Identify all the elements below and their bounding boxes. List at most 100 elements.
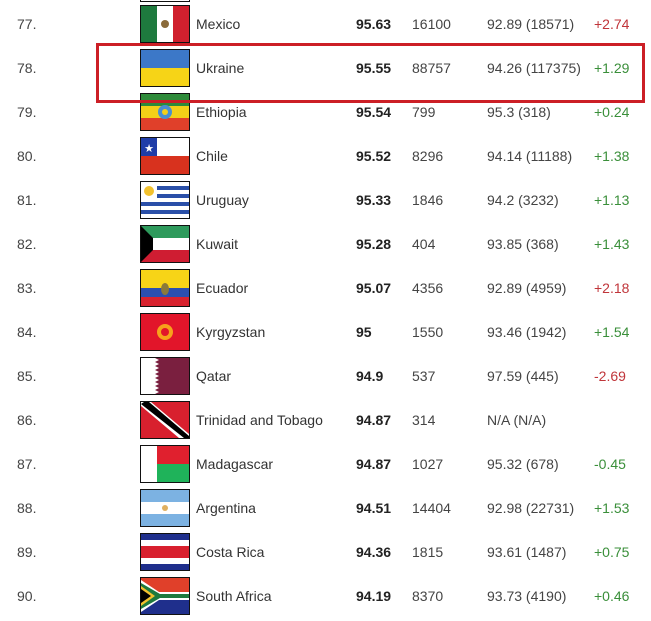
count: 1846	[412, 192, 444, 208]
country-name[interactable]: South Africa	[196, 574, 272, 618]
country-name[interactable]: Kuwait	[196, 222, 238, 266]
table-row[interactable]: 84. Kyrgyzstan 95 1550 93.46 (1942) +1.5…	[0, 310, 651, 354]
country-name[interactable]: Ecuador	[196, 266, 248, 310]
ethiopia-flag-icon	[140, 93, 190, 131]
country-name[interactable]: Ethiopia	[196, 90, 247, 134]
previous-score: 97.59 (445)	[487, 368, 559, 384]
costa-rica-flag-icon	[140, 533, 190, 571]
table-row[interactable]: 85. Qatar 94.9 537 97.59 (445) -2.69	[0, 354, 651, 398]
previous-score: 93.73 (4190)	[487, 588, 567, 604]
count: 8296	[412, 148, 444, 164]
country-name[interactable]: Chile	[196, 134, 228, 178]
country-name[interactable]: Trinidad and Tobago	[196, 398, 323, 442]
previous-score: 92.89 (4959)	[487, 280, 567, 296]
table-row[interactable]: 87. Madagascar 94.87 1027 95.32 (678) -0…	[0, 442, 651, 486]
ecuador-flag-icon	[140, 269, 190, 307]
previous-score: 94.2 (3232)	[487, 192, 559, 208]
chile-flag-icon: ★	[140, 137, 190, 175]
table-row[interactable]: 80. ★ Chile 95.52 8296 94.14 (11188) +1.…	[0, 134, 651, 178]
score: 94.51	[356, 500, 392, 516]
table-row[interactable]: 79. Ethiopia 95.54 799 95.3 (318) +0.24	[0, 90, 651, 134]
table-row[interactable]: 86. Trinidad and Tobago 94.87 314 N/A (N…	[0, 398, 651, 442]
rank: 78.	[17, 60, 37, 76]
qatar-flag-icon	[140, 357, 190, 395]
uruguay-flag-icon	[140, 181, 190, 219]
south-africa-flag-icon	[140, 577, 190, 615]
rank: 89.	[17, 544, 37, 560]
rank: 84.	[17, 324, 37, 340]
count: 404	[412, 236, 436, 252]
argentina-flag-icon	[140, 489, 190, 527]
score: 95.33	[356, 192, 392, 208]
score: 95.28	[356, 236, 392, 252]
mexico-flag-icon	[140, 5, 190, 43]
previous-score: 95.32 (678)	[487, 456, 559, 472]
table-row[interactable]: 82. Kuwait 95.28 404 93.85 (368) +1.43	[0, 222, 651, 266]
table-row-highlighted[interactable]: 78. Ukraine 95.55 88757 94.26 (117375) +…	[0, 46, 651, 90]
change: +1.13	[594, 192, 630, 208]
country-name[interactable]: Kyrgyzstan	[196, 310, 265, 354]
previous-score: 94.26 (117375)	[487, 60, 581, 76]
country-name[interactable]: Argentina	[196, 486, 256, 530]
svg-text:★: ★	[144, 143, 154, 155]
score: 95	[356, 324, 372, 340]
previous-score: N/A (N/A)	[487, 412, 547, 428]
table-row[interactable]: 77. Mexico 95.63 16100 92.89 (18571) +2.…	[0, 2, 651, 46]
madagascar-flag-icon	[140, 445, 190, 483]
country-name[interactable]: Madagascar	[196, 442, 273, 486]
score: 95.63	[356, 16, 392, 32]
count: 1027	[412, 456, 444, 472]
score: 94.36	[356, 544, 392, 560]
change: +0.75	[594, 544, 630, 560]
kyrgyzstan-flag-icon	[140, 313, 190, 351]
table-row[interactable]: 81. Uruguay 95.33 1846 94.2 (3232) +1.13	[0, 178, 651, 222]
score: 94.87	[356, 456, 392, 472]
count: 8370	[412, 588, 444, 604]
country-name[interactable]: Uruguay	[196, 178, 249, 222]
change: +1.54	[594, 324, 630, 340]
count: 537	[412, 368, 436, 384]
change: -2.69	[594, 368, 626, 384]
table-row[interactable]: 83. Ecuador 95.07 4356 92.89 (4959) +2.1…	[0, 266, 651, 310]
count: 14404	[412, 500, 451, 516]
rank: 90.	[17, 588, 37, 604]
rank: 80.	[17, 148, 37, 164]
previous-score: 92.98 (22731)	[487, 500, 575, 516]
rank: 82.	[17, 236, 37, 252]
score: 94.87	[356, 412, 392, 428]
count: 4356	[412, 280, 444, 296]
table-row[interactable]: 88. Argentina 94.51 14404 92.98 (22731) …	[0, 486, 651, 530]
change: +2.18	[594, 280, 630, 296]
change: -0.45	[594, 456, 626, 472]
country-name[interactable]: Mexico	[196, 2, 240, 46]
count: 1815	[412, 544, 444, 560]
ukraine-flag-icon	[140, 49, 190, 87]
rank: 81.	[17, 192, 37, 208]
rank: 87.	[17, 456, 37, 472]
change: +1.53	[594, 500, 630, 516]
previous-score: 93.46 (1942)	[487, 324, 567, 340]
count: 314	[412, 412, 436, 428]
table-row[interactable]: 90. South Africa 94.19 8370 93.73 (4190)…	[0, 574, 651, 618]
score: 94.9	[356, 368, 384, 384]
rank: 83.	[17, 280, 37, 296]
country-name[interactable]: Costa Rica	[196, 530, 264, 574]
previous-score: 95.3 (318)	[487, 104, 551, 120]
rank: 85.	[17, 368, 37, 384]
count: 1550	[412, 324, 444, 340]
change: +1.43	[594, 236, 630, 252]
table-row[interactable]: 89. Costa Rica 94.36 1815 93.61 (1487) +…	[0, 530, 651, 574]
count: 16100	[412, 16, 451, 32]
score: 95.54	[356, 104, 392, 120]
score: 94.19	[356, 588, 392, 604]
rank: 77.	[17, 16, 37, 32]
score: 95.55	[356, 60, 392, 76]
country-name[interactable]: Qatar	[196, 354, 231, 398]
change: +1.38	[594, 148, 630, 164]
previous-score: 93.61 (1487)	[487, 544, 567, 560]
change: +1.29	[594, 60, 630, 76]
country-name[interactable]: Ukraine	[196, 46, 244, 90]
count: 799	[412, 104, 436, 120]
previous-score: 92.89 (18571)	[487, 16, 575, 32]
previous-score: 94.14 (11188)	[487, 148, 573, 164]
